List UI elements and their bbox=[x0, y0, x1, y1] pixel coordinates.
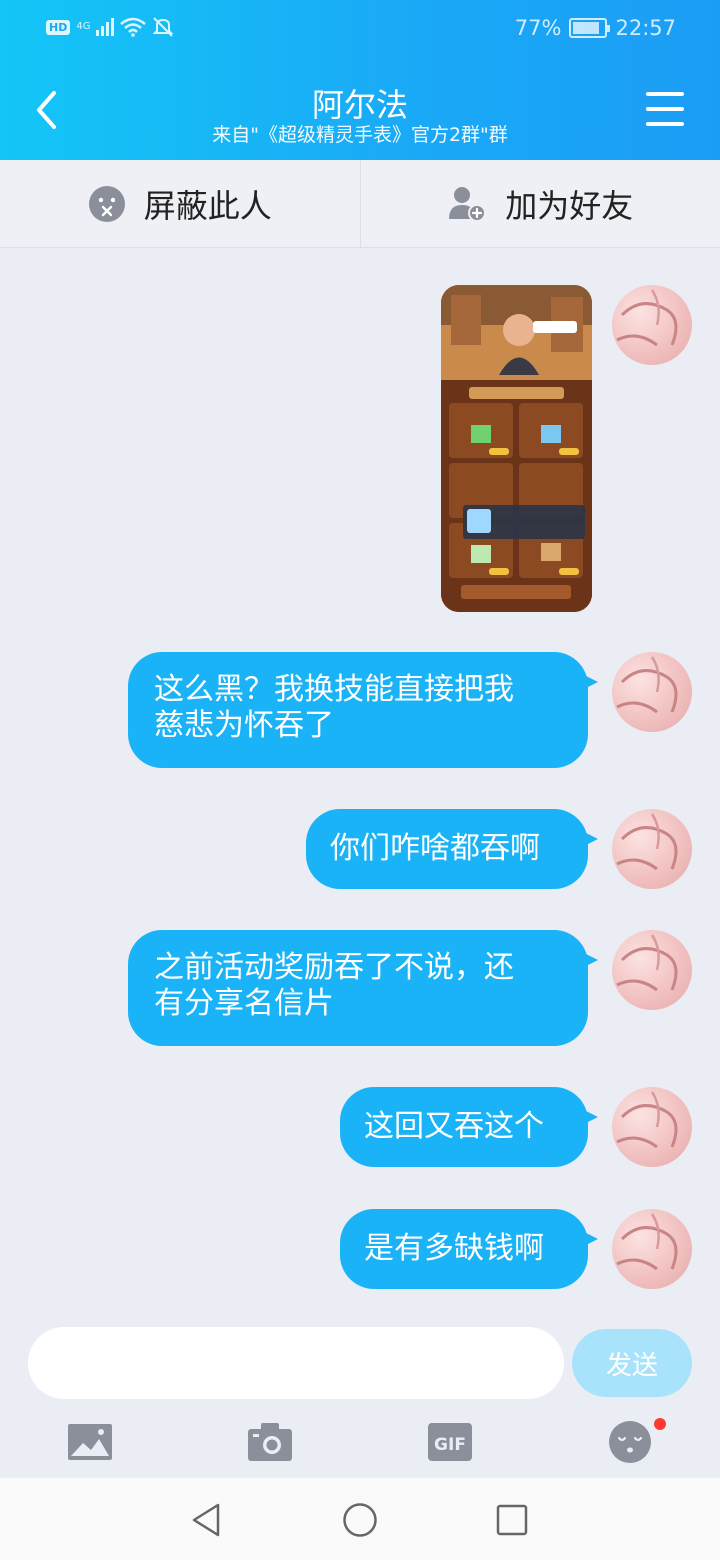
signal-icon bbox=[96, 18, 115, 36]
wifi-icon bbox=[120, 17, 147, 37]
menu-icon-line bbox=[646, 107, 684, 111]
avatar-icon bbox=[616, 1091, 678, 1149]
square-recents-icon bbox=[496, 1504, 528, 1536]
nav-recents-button[interactable] bbox=[492, 1500, 532, 1540]
svg-text:GIF: GIF bbox=[434, 1435, 466, 1455]
triangle-back-icon bbox=[192, 1503, 220, 1537]
add-friend-label: 加为好友 bbox=[505, 186, 634, 225]
status-left: HD 4G bbox=[46, 16, 174, 38]
nav-back-button[interactable] bbox=[186, 1500, 226, 1540]
battery-icon bbox=[569, 18, 611, 38]
system-navigation-bar bbox=[0, 1478, 720, 1560]
image-message[interactable] bbox=[441, 285, 592, 612]
message-bubble[interactable]: 是有多缺钱啊 bbox=[340, 1209, 598, 1289]
message-text: 有分享名信片 bbox=[154, 986, 334, 1021]
avatar-icon bbox=[616, 289, 678, 347]
avatar-icon bbox=[616, 934, 678, 992]
block-face-icon bbox=[88, 185, 125, 222]
message-bubble[interactable]: 这回又吞这个 bbox=[340, 1087, 598, 1167]
message-input[interactable] bbox=[28, 1327, 564, 1399]
message-bubble[interactable]: 之前活动奖励吞了不说，还 有分享名信片 bbox=[128, 930, 598, 1046]
chat-header: HD 4G 77% 22:57 阿尔法 来自"《超级精灵手表》官方2群"群 bbox=[0, 0, 720, 160]
menu-button[interactable] bbox=[646, 92, 684, 126]
menu-icon-line bbox=[646, 122, 684, 126]
composer-toolbar: GIF bbox=[0, 1408, 720, 1478]
composer: 发送 bbox=[0, 1320, 720, 1408]
circle-home-icon bbox=[343, 1503, 377, 1537]
nav-home-button[interactable] bbox=[340, 1500, 380, 1540]
message-bubble[interactable]: 你们咋啥都吞啊 bbox=[306, 809, 598, 889]
status-bar: HD 4G 77% 22:57 bbox=[0, 0, 720, 60]
mute-bell-icon bbox=[153, 17, 174, 37]
avatar-icon bbox=[616, 1213, 678, 1271]
chat-subtitle: 来自"《超级精灵手表》官方2群"群 bbox=[212, 124, 508, 146]
message-text: 这么黑？我换技能直接把我 bbox=[154, 672, 514, 707]
camera-button[interactable] bbox=[242, 1416, 298, 1468]
block-user-button[interactable]: 屏蔽此人 bbox=[0, 160, 360, 247]
avatar-icon bbox=[616, 813, 678, 871]
message-text: 是有多缺钱啊 bbox=[364, 1231, 544, 1266]
network-type: 4G bbox=[76, 21, 91, 32]
gif-button[interactable]: GIF bbox=[422, 1416, 478, 1468]
game-screenshot-icon bbox=[441, 285, 592, 612]
emoji-icon bbox=[609, 1421, 651, 1463]
hd-badge: HD bbox=[46, 19, 71, 35]
stranger-action-bar: 屏蔽此人 加为好友 bbox=[0, 160, 720, 248]
avatar-icon bbox=[616, 656, 678, 714]
avatar[interactable] bbox=[612, 1209, 692, 1289]
clock: 22:57 bbox=[615, 16, 676, 40]
avatar[interactable] bbox=[612, 930, 692, 1010]
message-text: 你们咋啥都吞啊 bbox=[330, 831, 540, 866]
status-right: 77% 22:57 bbox=[515, 16, 676, 40]
camera-icon bbox=[248, 1423, 292, 1461]
menu-icon-line bbox=[646, 92, 684, 96]
gif-icon: GIF bbox=[428, 1423, 472, 1461]
image-icon bbox=[68, 1424, 112, 1460]
add-friend-button[interactable]: 加为好友 bbox=[359, 160, 720, 247]
message-text: 之前活动奖励吞了不说，还 bbox=[154, 950, 514, 985]
message-text: 慈悲为怀吞了 bbox=[154, 708, 334, 743]
avatar[interactable] bbox=[612, 809, 692, 889]
avatar[interactable] bbox=[612, 1087, 692, 1167]
message-bubble[interactable]: 这么黑？我换技能直接把我 慈悲为怀吞了 bbox=[128, 652, 598, 768]
message-text: 这回又吞这个 bbox=[364, 1109, 544, 1144]
avatar[interactable] bbox=[612, 285, 692, 365]
block-user-label: 屏蔽此人 bbox=[143, 186, 272, 225]
add-friend-icon bbox=[449, 186, 487, 222]
send-button[interactable]: 发送 bbox=[572, 1329, 692, 1397]
battery-percent: 77% bbox=[514, 16, 562, 40]
image-button[interactable] bbox=[62, 1416, 118, 1468]
emoji-button[interactable] bbox=[602, 1416, 666, 1468]
avatar[interactable] bbox=[612, 652, 692, 732]
notification-dot bbox=[654, 1418, 666, 1430]
